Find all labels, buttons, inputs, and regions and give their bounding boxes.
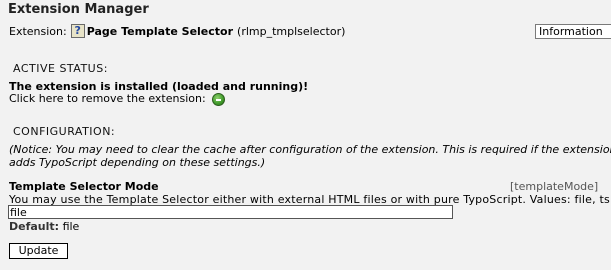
field-key-template-mode: [templateMode]: [510, 180, 599, 193]
extension-label: Extension:: [9, 24, 67, 38]
configuration-heading: CONFIGURATION:: [13, 125, 116, 138]
info-menu-select[interactable]: Information: [535, 24, 611, 39]
default-label: Default:: [9, 220, 60, 233]
question-mark-icon: ?: [70, 24, 85, 38]
default-value: file: [62, 220, 80, 233]
extension-line: Extension: ? Page Template Selector (rlm…: [9, 24, 345, 38]
extension-name: Page Template Selector: [86, 24, 234, 38]
remove-extension-line: Click here to remove the extension:: [9, 92, 226, 106]
field-label-template-mode: Template Selector Mode: [9, 180, 159, 193]
remove-extension-label: Click here to remove the extension:: [9, 92, 206, 105]
configuration-notice: (Notice: You may need to clear the cache…: [9, 143, 611, 169]
page-title: Extension Manager: [8, 2, 149, 17]
template-mode-input[interactable]: [8, 205, 453, 219]
remove-extension-icon[interactable]: [212, 92, 226, 106]
update-button[interactable]: Update: [9, 243, 68, 259]
info-menu-selected-value: Information: [539, 25, 603, 38]
extension-key: (rlmp_tmplselector): [237, 24, 346, 38]
default-value-line: Default: file: [9, 220, 79, 233]
active-status-heading: ACTIVE STATUS:: [13, 62, 108, 75]
